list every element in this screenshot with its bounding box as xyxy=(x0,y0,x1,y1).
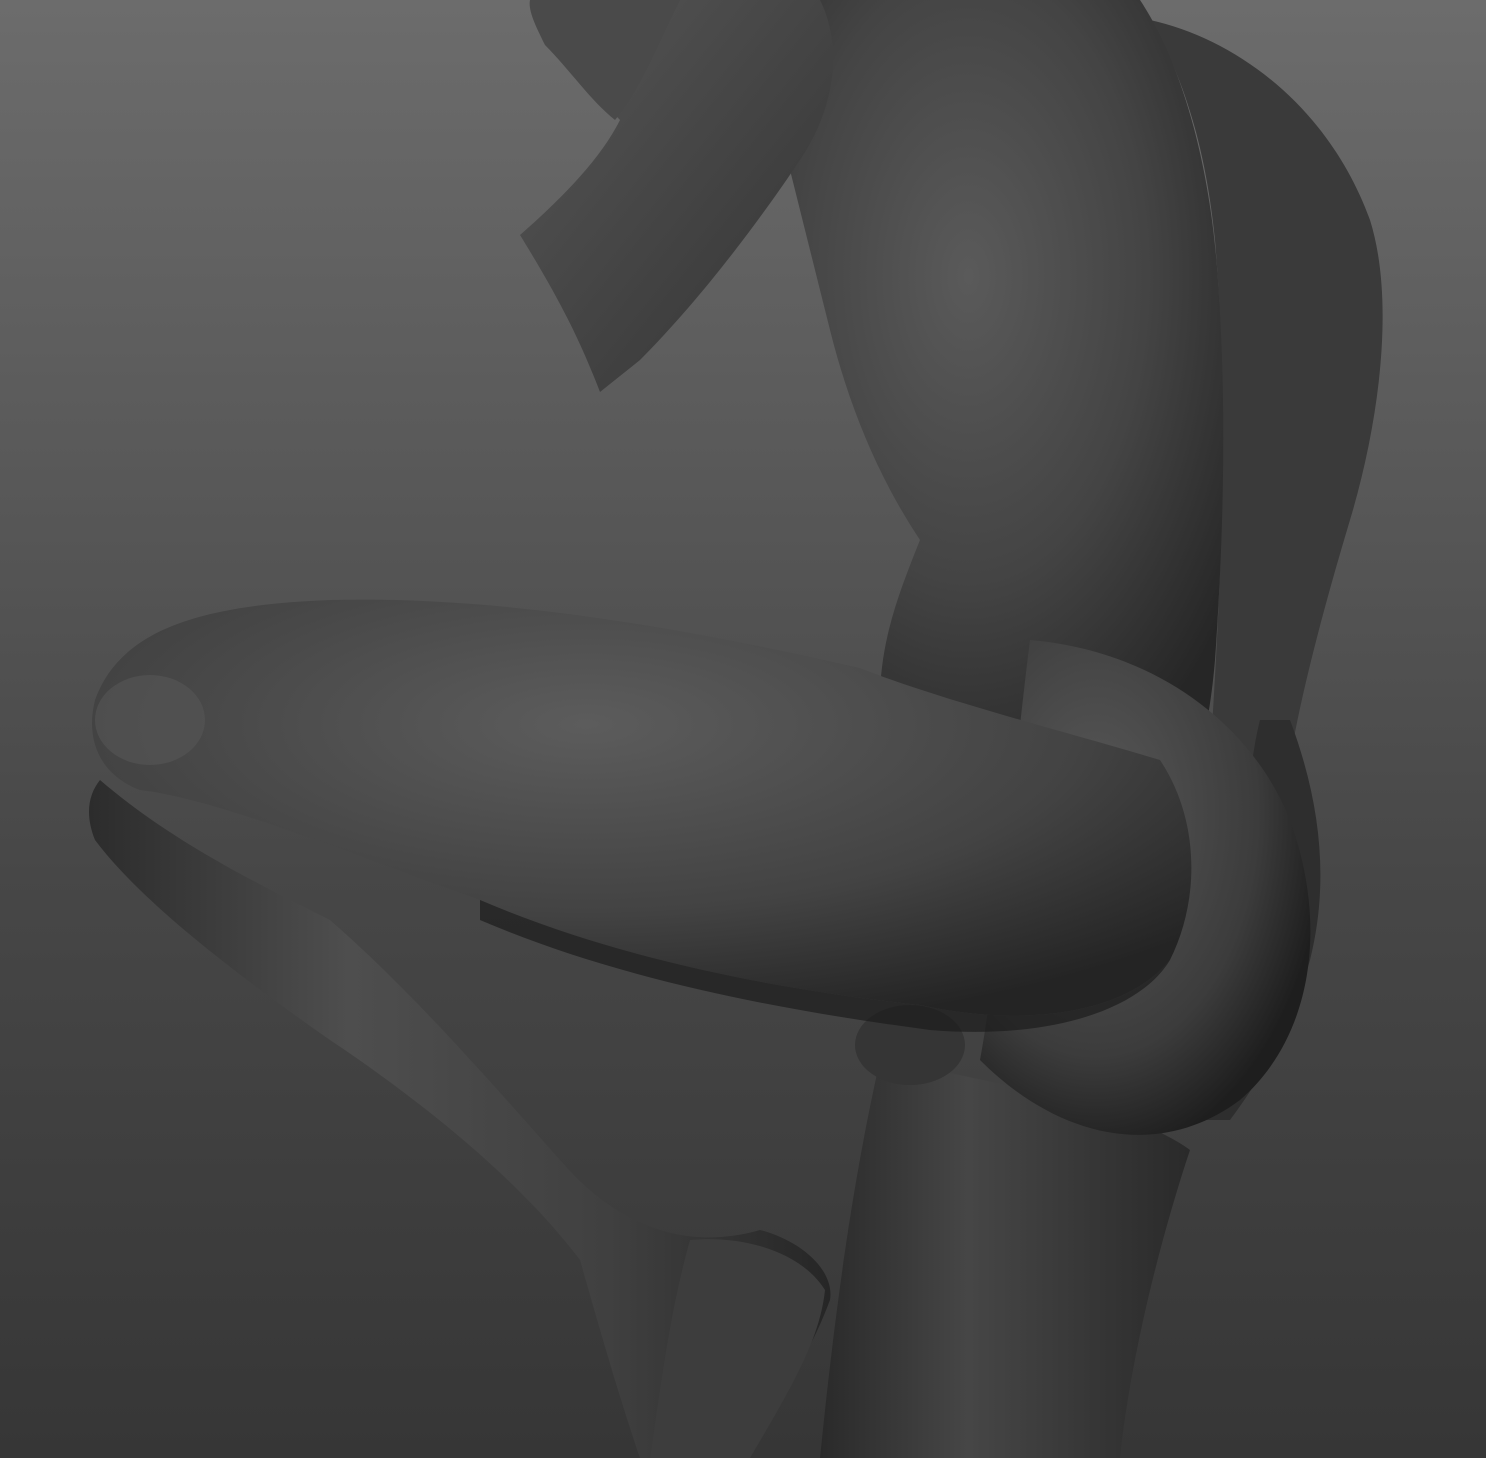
3d-viewport-canvas[interactable] xyxy=(0,0,1486,1458)
sculpted-figure[interactable] xyxy=(0,0,1486,1458)
knee-highlight xyxy=(95,675,205,765)
